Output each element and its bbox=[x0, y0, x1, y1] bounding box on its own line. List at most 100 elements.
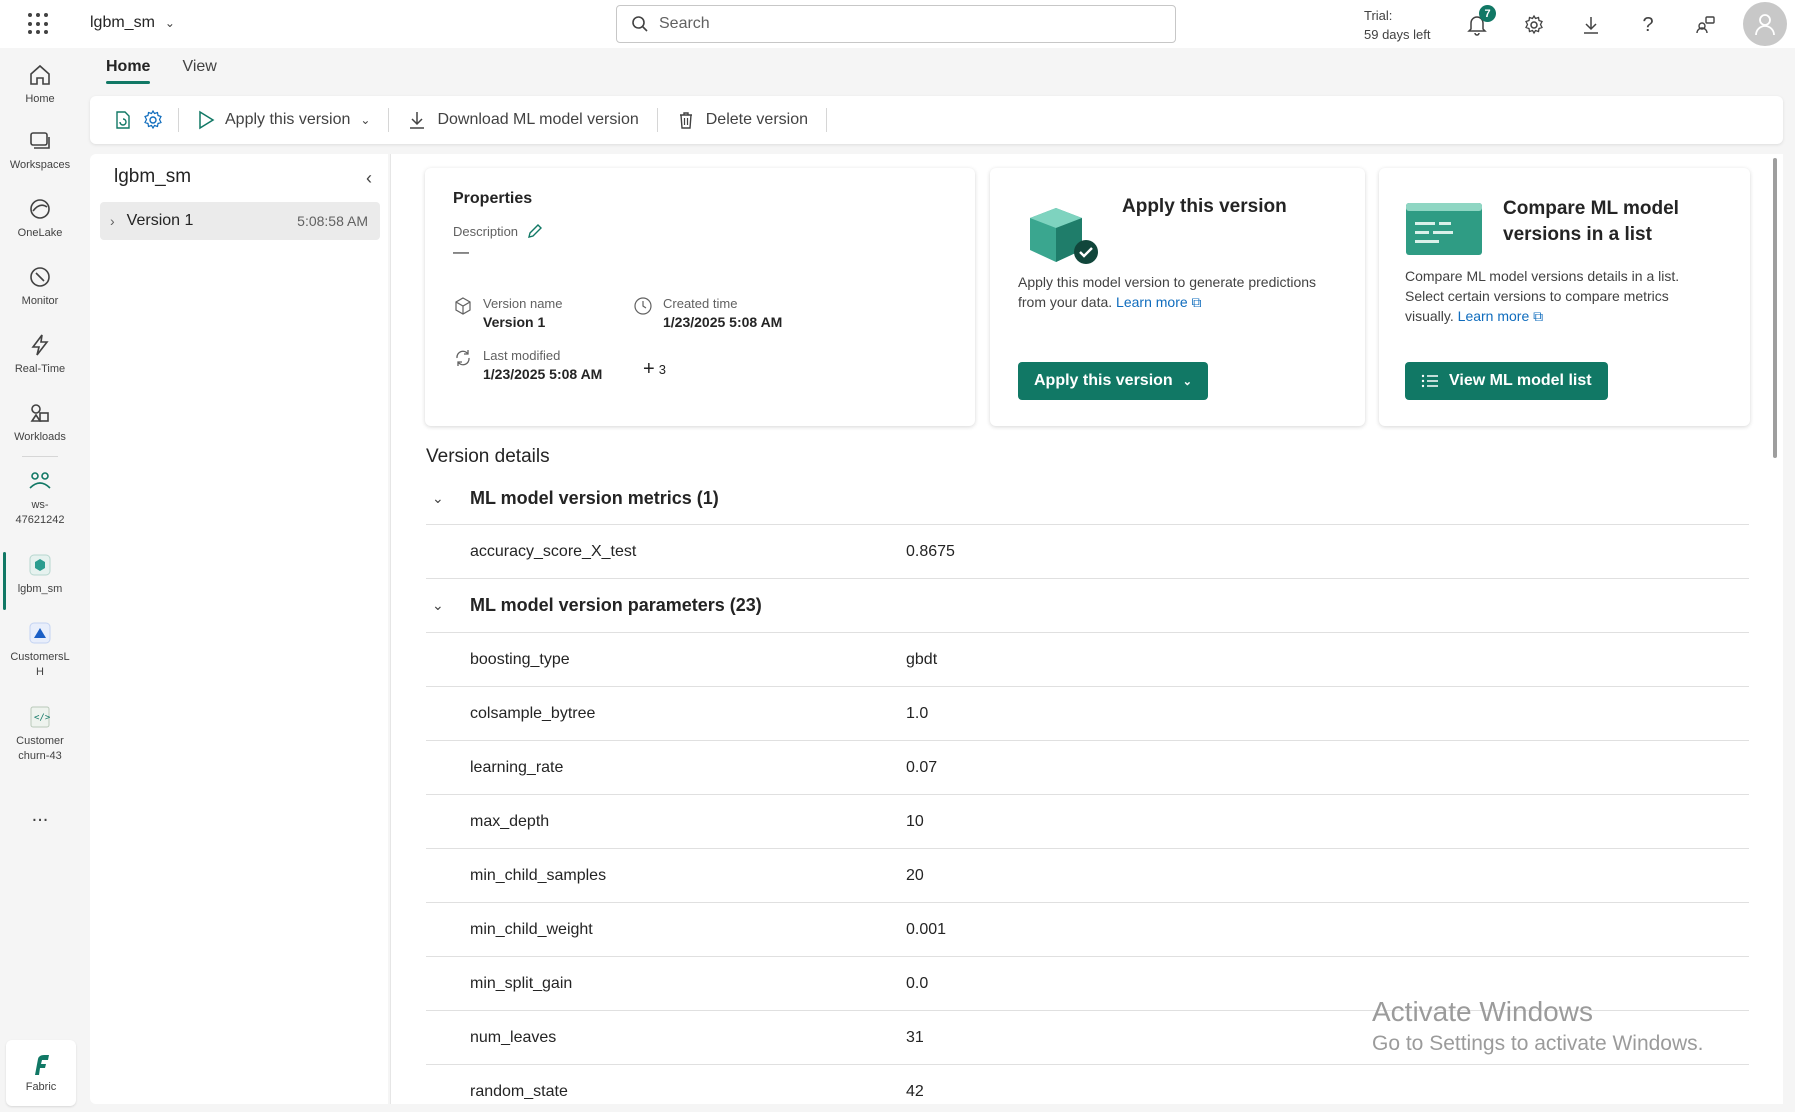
nav-label-lgbm-sm: lgbm_sm bbox=[17, 583, 63, 595]
apply-version-button[interactable]: Apply this version ⌄ bbox=[1018, 362, 1208, 400]
fabric-experience-switcher[interactable]: Fabric bbox=[6, 1040, 76, 1106]
chevron-right-icon[interactable]: › bbox=[110, 213, 115, 229]
nav-workspace-ws[interactable]: ws- 47621242 bbox=[0, 468, 80, 528]
top-bar: lgbm_sm ⌄ Trial: 59 days left 7 ? bbox=[0, 0, 1795, 48]
parameters-section-title: ML model version parameters (23) bbox=[470, 595, 762, 615]
nav-real-time[interactable]: Real-Time bbox=[0, 332, 80, 377]
notebook-icon: </> bbox=[30, 706, 51, 728]
tab-home[interactable]: Home bbox=[106, 58, 151, 84]
metrics-section-header[interactable]: ⌄ ML model version metrics (1) bbox=[426, 478, 1749, 518]
compare-desc-line2: Select certain versions to compare metri… bbox=[1405, 288, 1669, 304]
refresh-button[interactable] bbox=[108, 103, 138, 137]
properties-card: Properties Description — Version name Ve… bbox=[425, 168, 975, 426]
share-feedback-button[interactable] bbox=[1692, 12, 1718, 38]
settings-ribbon-button[interactable] bbox=[138, 103, 168, 137]
table-row: min_child_weight 0.001 bbox=[426, 902, 1749, 956]
nav-label-customerslh: CustomersL H bbox=[10, 651, 70, 678]
nav-customer-churn[interactable]: </> Customer churn-43 bbox=[0, 704, 80, 764]
compare-learn-more-link[interactable]: Learn more bbox=[1458, 308, 1530, 324]
download-icon bbox=[1584, 17, 1598, 34]
list-icon bbox=[1421, 374, 1438, 388]
version-list-item[interactable]: › Version 1 5:08:58 AM bbox=[100, 202, 380, 240]
person-icon bbox=[1755, 14, 1775, 36]
clock-icon bbox=[634, 297, 652, 315]
table-row: num_leaves 31 bbox=[426, 1010, 1749, 1064]
version-label: Version 1 bbox=[126, 212, 194, 229]
settings-button[interactable] bbox=[1521, 12, 1547, 38]
apply-version-ribbon-button[interactable]: Apply this version ⌄ bbox=[189, 104, 378, 136]
list-compare-illustration-icon bbox=[1406, 203, 1482, 255]
onelake-icon bbox=[30, 199, 50, 219]
table-row: min_child_samples 20 bbox=[426, 848, 1749, 902]
tab-view[interactable]: View bbox=[182, 58, 216, 84]
param-key: min_split_gain bbox=[470, 974, 573, 992]
apply-version-label: Apply this version bbox=[225, 111, 351, 128]
notifications-button[interactable]: 7 bbox=[1464, 5, 1496, 38]
param-key: random_state bbox=[470, 1082, 568, 1100]
nav-label-customer-churn: Customer churn-43 bbox=[16, 735, 64, 762]
description-label: Description bbox=[453, 223, 519, 239]
table-row: max_depth 10 bbox=[426, 794, 1749, 848]
item-name-dropdown[interactable]: lgbm_sm ⌄ bbox=[90, 14, 175, 32]
item-name: lgbm_sm bbox=[90, 14, 155, 31]
param-value: 0.07 bbox=[906, 758, 938, 776]
param-key: num_leaves bbox=[470, 1028, 557, 1046]
notification-count-badge: 7 bbox=[1479, 5, 1496, 22]
search-icon bbox=[632, 16, 648, 32]
nav-onelake[interactable]: OneLake bbox=[0, 196, 80, 241]
nav-monitor[interactable]: Monitor bbox=[0, 264, 80, 309]
download-icon bbox=[410, 112, 425, 129]
nav-workloads[interactable]: Workloads bbox=[0, 400, 80, 445]
delete-version-button[interactable]: Delete version bbox=[668, 104, 816, 136]
compare-card-title: Compare ML model versions in a list bbox=[1503, 196, 1679, 248]
nav-workspaces[interactable]: Workspaces bbox=[0, 128, 80, 173]
pencil-edit-icon[interactable] bbox=[526, 222, 544, 240]
param-key: max_depth bbox=[470, 812, 550, 830]
nav-more-button[interactable]: ... bbox=[0, 804, 80, 827]
param-value: gbdt bbox=[906, 650, 938, 668]
compare-title-line1: Compare ML model bbox=[1503, 198, 1679, 219]
workloads-icon bbox=[30, 404, 49, 422]
help-button[interactable]: ? bbox=[1635, 12, 1661, 38]
trial-label: Trial: bbox=[1364, 8, 1393, 23]
ribbon-tabs: Home View bbox=[106, 58, 217, 84]
param-value: 1.0 bbox=[906, 704, 929, 722]
more-properties-button[interactable]: + 3 bbox=[643, 358, 666, 381]
download-model-version-button[interactable]: Download ML model version bbox=[399, 104, 646, 136]
nav-label-workspace: ws- 47621242 bbox=[15, 499, 65, 526]
gear-icon bbox=[1525, 14, 1543, 35]
nav-label-fabric: Fabric bbox=[25, 1081, 57, 1093]
vertical-scrollbar[interactable] bbox=[1773, 158, 1777, 458]
apply-learn-more-link[interactable]: Learn more bbox=[1116, 294, 1188, 310]
table-row: accuracy_score_X_test 0.8675 bbox=[426, 524, 1749, 578]
description-value: — bbox=[453, 244, 469, 261]
lakehouse-icon bbox=[29, 622, 51, 644]
compare-desc-line1: Compare ML model versions details in a l… bbox=[1405, 268, 1680, 284]
parameters-section-header[interactable]: ⌄ ML model version parameters (23) bbox=[426, 578, 1749, 632]
left-navigation: Home Workspaces OneLake Monitor Real-Tim… bbox=[0, 48, 80, 1112]
nav-home[interactable]: Home bbox=[0, 62, 80, 107]
nav-customerslh[interactable]: CustomersL H bbox=[0, 620, 80, 680]
chevron-down-icon: ⌄ bbox=[360, 113, 371, 127]
download-button[interactable] bbox=[1578, 12, 1604, 38]
metric-key: accuracy_score_X_test bbox=[470, 542, 637, 560]
account-avatar[interactable] bbox=[1743, 2, 1787, 46]
cube-icon bbox=[455, 297, 471, 315]
param-key: learning_rate bbox=[470, 758, 564, 776]
collapse-panel-icon[interactable]: ‹ bbox=[366, 168, 372, 189]
search-box[interactable] bbox=[616, 5, 1176, 43]
ribbon-divider bbox=[656, 108, 658, 132]
trial-status[interactable]: Trial: 59 days left bbox=[1364, 6, 1431, 44]
view-ml-model-list-button[interactable]: View ML model list bbox=[1405, 362, 1608, 400]
created-time-value: 1/23/2025 5:08 AM bbox=[663, 314, 783, 330]
more-properties-count: 3 bbox=[658, 362, 666, 377]
chevron-down-icon: ⌄ bbox=[164, 16, 175, 30]
nav-lgbm-sm[interactable]: lgbm_sm bbox=[0, 552, 80, 610]
version-name-value: Version 1 bbox=[483, 314, 546, 330]
app-launcher-icon[interactable] bbox=[28, 13, 50, 35]
search-input[interactable] bbox=[659, 15, 1139, 33]
nav-label-real-time: Real-Time bbox=[14, 363, 66, 375]
gear-icon bbox=[144, 109, 162, 130]
external-link-icon: ⧉ bbox=[1533, 308, 1544, 324]
trash-icon bbox=[679, 112, 692, 129]
